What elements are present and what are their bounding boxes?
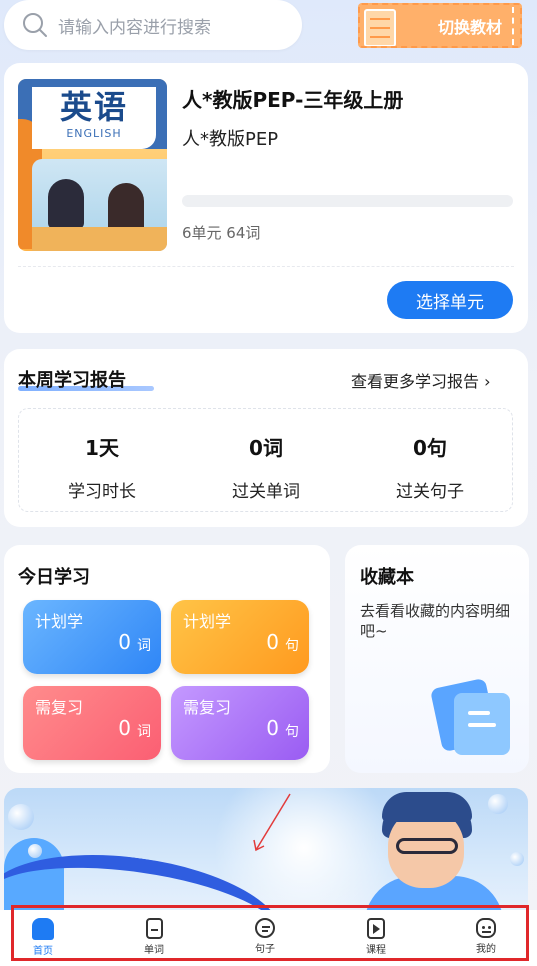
tile-label: 计划学 xyxy=(35,612,84,631)
stat-value: 0词 xyxy=(249,436,283,460)
book-progress-bar xyxy=(182,195,513,207)
switch-textbook-label: 切换教材 xyxy=(437,17,502,37)
tile-label: 计划学 xyxy=(183,612,232,631)
textbook-doc-icon xyxy=(364,9,396,46)
search-icon xyxy=(23,13,47,37)
stat-value: 0句 xyxy=(413,436,447,460)
select-unit-button[interactable]: 选择单元 xyxy=(387,281,513,319)
tile-count: 0 xyxy=(266,630,279,654)
switch-textbook-button[interactable]: 切换教材 xyxy=(358,3,522,48)
tile-label: 需复习 xyxy=(183,698,232,717)
divider xyxy=(18,266,514,267)
tile-unit: 句 xyxy=(285,638,299,654)
review-sentences-tile[interactable]: 需复习 0 句 xyxy=(171,686,309,760)
tile-count: 0 xyxy=(266,716,279,740)
tile-label: 需复习 xyxy=(35,698,84,717)
stat-label: 学习时长 xyxy=(68,482,136,502)
book-meta: 6单元 64词 xyxy=(182,224,261,242)
stat-value: 1天 xyxy=(85,436,119,460)
more-reports-label: 查看更多学习报告 xyxy=(351,372,480,391)
promo-banner[interactable] xyxy=(4,788,528,918)
plan-words-tile[interactable]: 计划学 0 词 xyxy=(23,600,161,674)
stat-label: 过关句子 xyxy=(396,482,464,502)
stat-sentences-passed: 0句 过关句子 xyxy=(350,432,510,502)
tile-unit: 句 xyxy=(285,724,299,740)
tile-unit: 词 xyxy=(137,638,151,654)
favorites-description: 去看看收藏的内容明细吧~ xyxy=(360,602,511,640)
book-cover[interactable]: 英语 ENGLISH xyxy=(18,79,167,251)
tile-unit: 词 xyxy=(137,724,151,740)
arrow-decoration xyxy=(253,793,291,852)
book-publisher: 人*教版PEP xyxy=(182,129,279,150)
book-title: 人*教版PEP-三年级上册 xyxy=(182,88,404,112)
review-words-tile[interactable]: 需复习 0 词 xyxy=(23,686,161,760)
plan-sentences-tile[interactable]: 计划学 0 句 xyxy=(171,600,309,674)
more-reports-link[interactable]: 查看更多学习报告 › xyxy=(351,368,491,392)
tile-count: 0 xyxy=(118,630,131,654)
stat-label: 过关单词 xyxy=(232,482,300,502)
stat-words-passed: 0词 过关单词 xyxy=(186,432,346,502)
tile-count: 0 xyxy=(118,716,131,740)
tab-bar-highlight-outline xyxy=(11,905,529,961)
favorites-title: 收藏本 xyxy=(360,567,414,588)
stat-study-days: 1天 学习时长 xyxy=(22,432,182,502)
chevron-right-icon: › xyxy=(484,372,491,391)
report-title: 本周学习报告 xyxy=(18,370,126,391)
search-input[interactable]: 请输入内容进行搜索 xyxy=(58,13,211,38)
today-title: 今日学习 xyxy=(18,567,90,588)
cover-subtitle: ENGLISH xyxy=(66,127,122,140)
search-bar[interactable]: 请输入内容进行搜索 xyxy=(4,0,302,50)
favorites-note-icon xyxy=(454,693,510,755)
cover-title: 英语 xyxy=(59,88,128,126)
